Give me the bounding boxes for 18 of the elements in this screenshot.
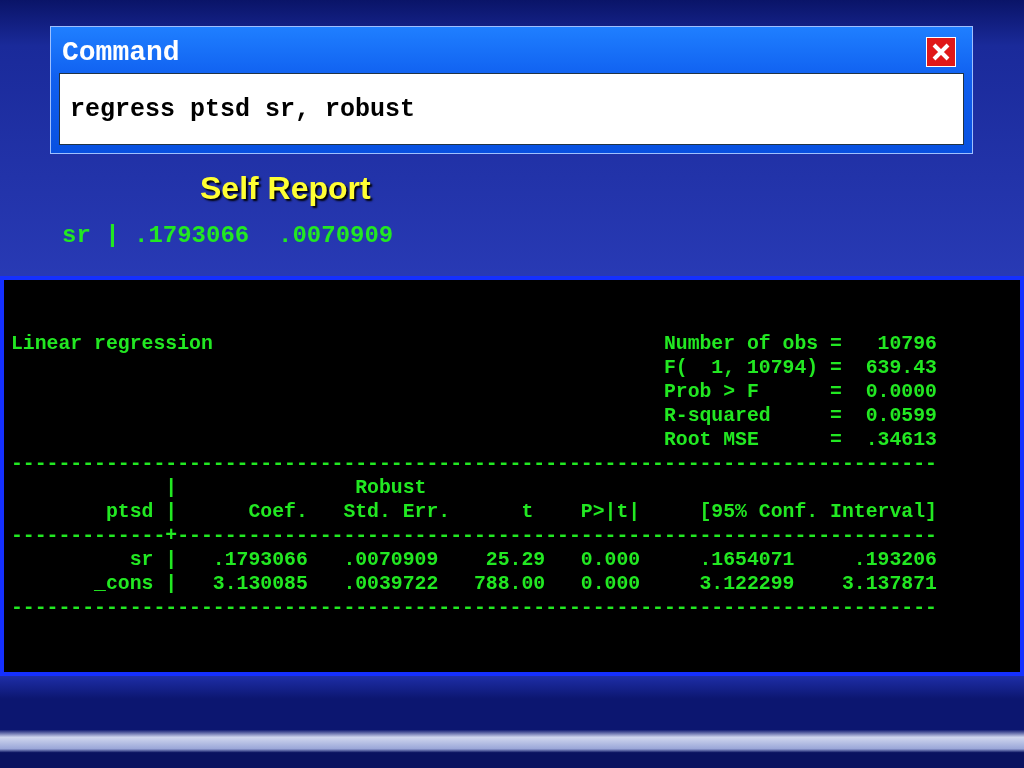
output-line: F( 1, 10794) = 639.43 xyxy=(662,356,937,380)
output-line: | Robust xyxy=(164,476,427,500)
output-line: Prob > F = 0.0000 xyxy=(662,380,937,404)
command-field[interactable]: regress ptsd sr, robust xyxy=(59,73,964,145)
window-title: Command xyxy=(61,36,180,68)
output-line: Root MSE = .34613 xyxy=(662,428,937,452)
output-line: ptsd | Coef. Std. Err. t P>|t| [95% Conf. Interval] xyxy=(104,500,937,524)
output-line: R-squared = 0.0599 xyxy=(662,404,937,428)
slide-heading: Self Report xyxy=(200,170,371,208)
output-line: _cons | 3.130085 .0039722 788.00 0.000 3.122299 3.137871 xyxy=(93,572,937,596)
close-icon xyxy=(931,42,951,62)
summary-line: sr | .1793066 .0070909 xyxy=(62,222,394,251)
output-line: -------------+---------------------------------------------------------------- xyxy=(11,524,937,548)
output-line: ------------------------------------------------------------------------------ xyxy=(11,452,937,476)
output-line: Linear regression Number of obs = 10796 xyxy=(11,332,937,356)
output-line: sr | .1793066 .0070909 25.29 0.000 .1654071 .193206 xyxy=(128,548,937,572)
close-button[interactable] xyxy=(926,37,956,67)
output-line: ------------------------------------------------------------------------------ xyxy=(11,596,937,620)
